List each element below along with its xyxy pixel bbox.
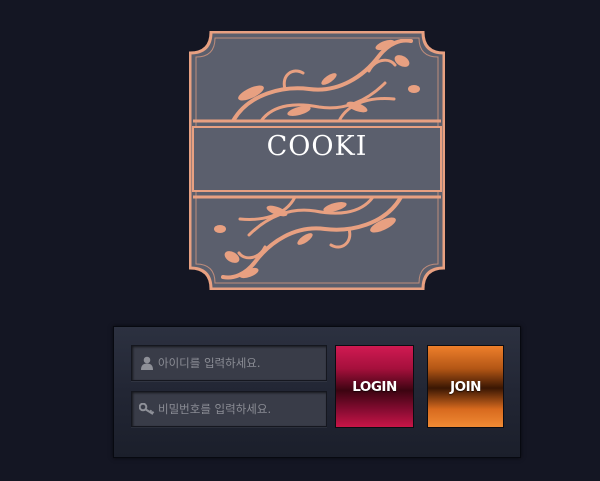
join-button[interactable]: JOIN xyxy=(427,345,504,428)
password-input[interactable] xyxy=(155,392,326,426)
login-button[interactable]: LOGIN xyxy=(335,345,414,428)
key-icon xyxy=(139,401,155,417)
cooki-logo: COOKI xyxy=(189,31,445,290)
logo-title: COOKI xyxy=(266,131,368,162)
user-icon xyxy=(139,355,155,371)
user-id-field[interactable] xyxy=(131,345,327,381)
password-field[interactable] xyxy=(131,391,327,427)
login-panel: LOGIN JOIN xyxy=(113,326,521,458)
user-id-input[interactable] xyxy=(155,346,326,380)
